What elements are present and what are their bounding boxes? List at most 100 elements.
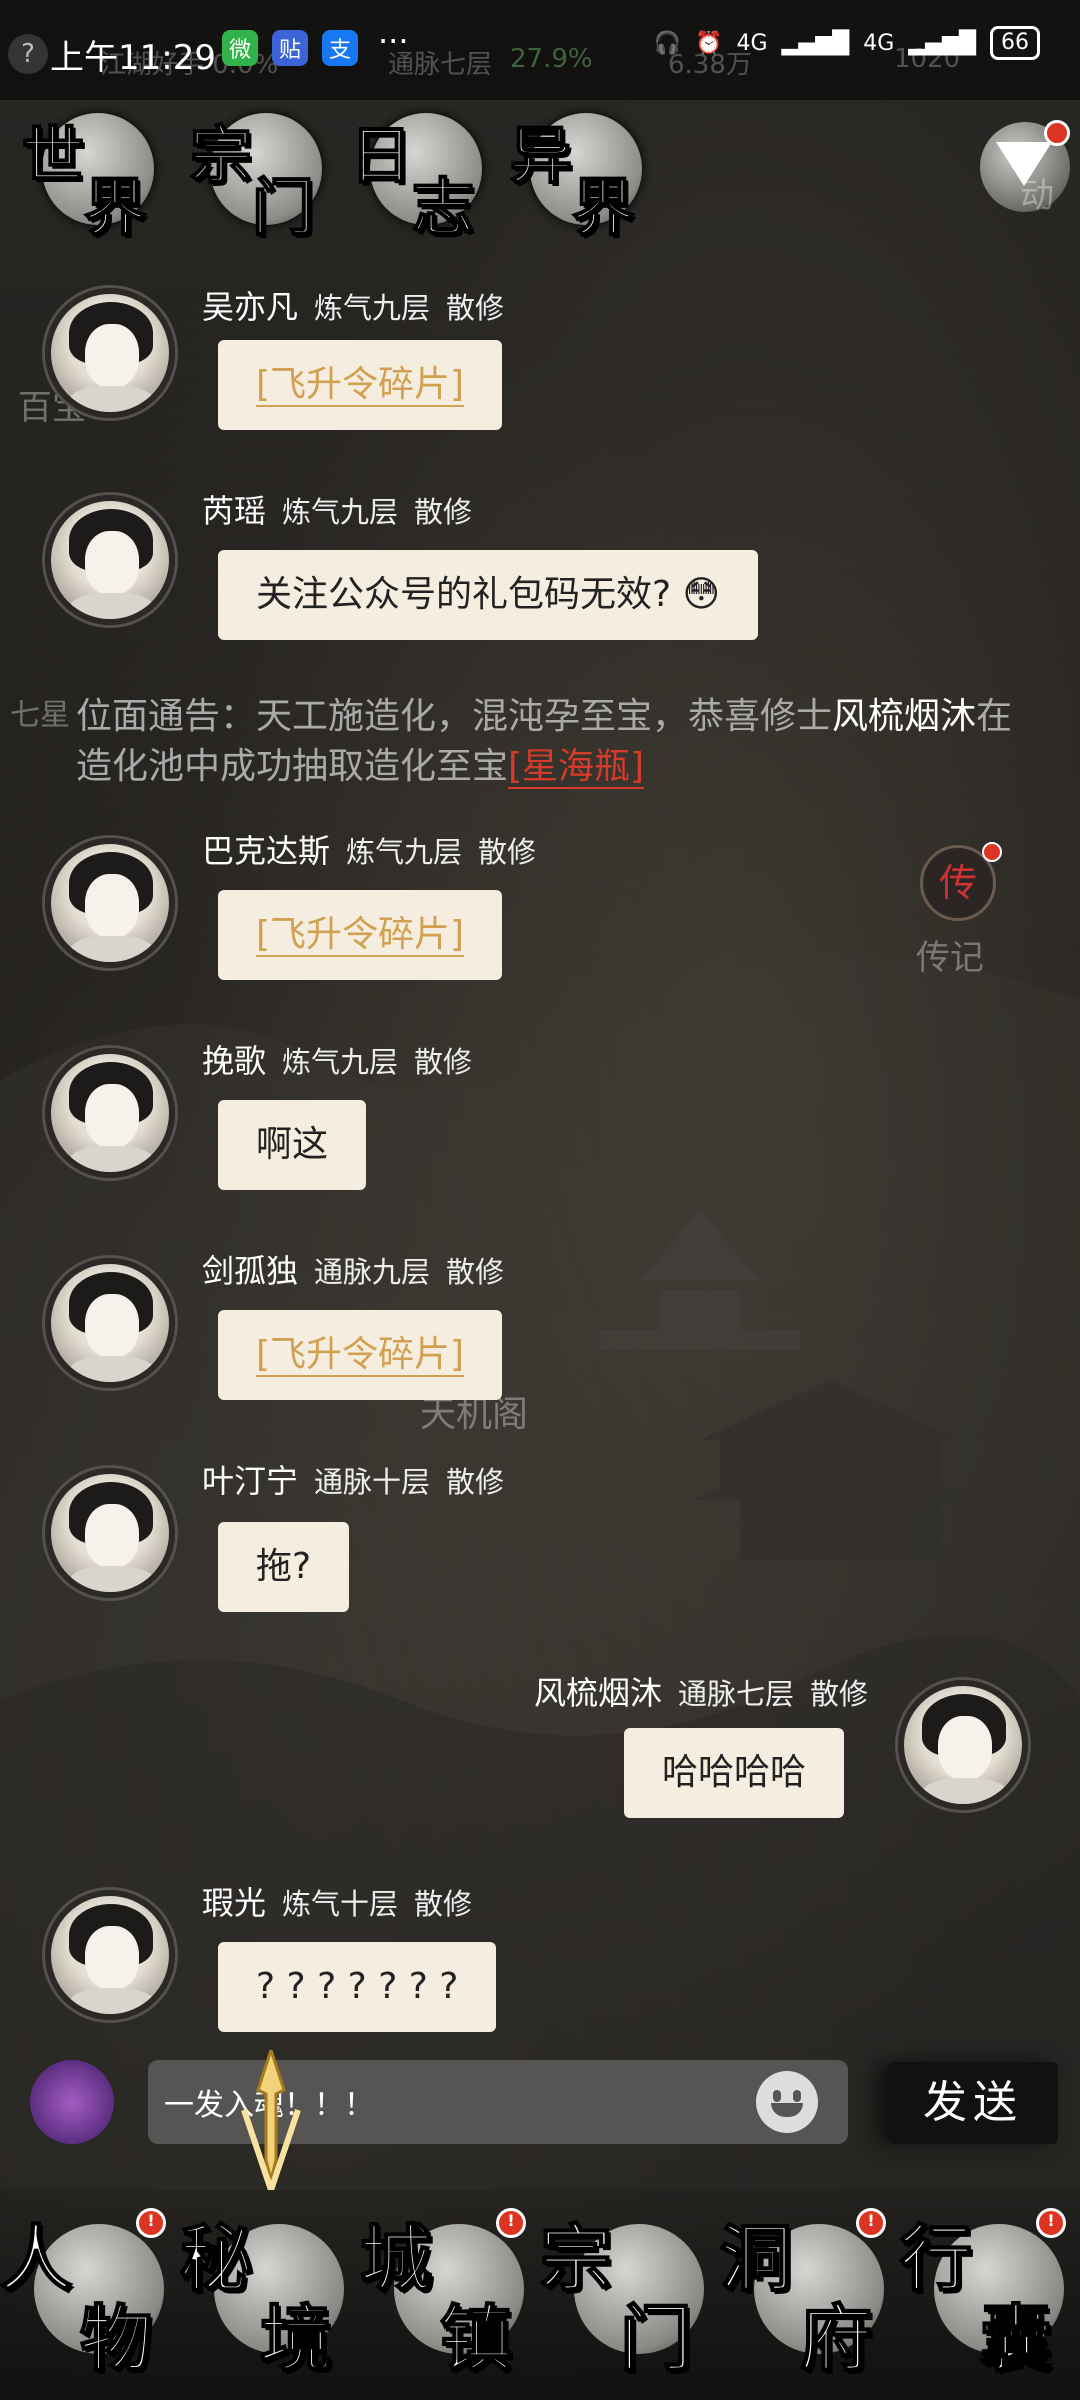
message-bubble[interactable]: ? ? ? ? ? ? ? <box>218 1942 497 2032</box>
more-notifications-icon: ··· <box>378 22 409 60</box>
sender-sect: 散修 <box>414 1887 473 1921</box>
avatar[interactable] <box>45 838 175 968</box>
biography-badge <box>982 842 1002 862</box>
sender-rank: 通脉十层 <box>314 1465 431 1499</box>
sender-info: 吴亦凡 炼气九层 散修 <box>202 282 504 328</box>
nav-char-1: 人 <box>0 2215 73 2302</box>
nav-bag[interactable]: 行 囊 ! <box>899 2200 1080 2390</box>
alarm-icon: ⏰ <box>695 30 723 56</box>
signal-1-label: 4G <box>736 30 768 56</box>
self-avatar[interactable] <box>898 1680 1028 1810</box>
sender-name: 瑕光 <box>202 1884 267 1922</box>
tab-char-1: 宗 <box>189 118 253 193</box>
notification-icons: 微 贴 支 <box>222 30 358 66</box>
sender-name: 风梳烟沐 <box>533 1674 662 1712</box>
avatar[interactable] <box>45 1468 175 1598</box>
message-bubble[interactable]: 关注公众号的礼包码无效? 😳 <box>218 550 759 640</box>
avatar[interactable] <box>45 1258 175 1388</box>
sender-sect: 散修 <box>478 835 537 869</box>
sender-sect: 散修 <box>414 1045 473 1079</box>
tab-char-1: 异 <box>509 118 573 193</box>
sender-rank: 炼气九层 <box>346 835 463 869</box>
sender-name: 芮瑶 <box>202 492 267 530</box>
sender-info: 巴克达斯 炼气九层 散修 <box>202 826 536 872</box>
item-link-bubble[interactable]: [飞升令碎片] <box>218 890 503 980</box>
nav-character[interactable]: 人 物 ! <box>0 2200 180 2390</box>
nav-char-2: 府 <box>799 2295 873 2382</box>
sender-name: 巴克达斯 <box>202 832 331 870</box>
nav-char-1: 行 <box>899 2215 973 2302</box>
avatar[interactable] <box>45 288 175 418</box>
dynamics-badge <box>1044 120 1070 146</box>
tab-world[interactable]: 世 界 <box>21 105 172 245</box>
avatar[interactable] <box>45 495 175 625</box>
sender-sect: 散修 <box>414 495 473 529</box>
nav-char-1: 城 <box>359 2215 433 2302</box>
nav-badge: ! <box>1036 2208 1066 2238</box>
clock: 上午11:29 <box>50 38 216 78</box>
sender-rank: 炼气十层 <box>282 1887 399 1921</box>
sender-sect: 散修 <box>446 291 505 325</box>
avatar[interactable] <box>45 1048 175 1178</box>
nav-char-2: 门 <box>619 2295 693 2382</box>
nav-char-2: 囊 <box>979 2295 1053 2382</box>
nav-char-1: 洞 <box>719 2215 793 2302</box>
nav-badge: ! <box>136 2208 166 2238</box>
notice-player[interactable]: 风梳烟沐 <box>832 696 976 737</box>
wechat-icon: 微 <box>222 30 258 66</box>
sender-info: 风梳烟沐 通脉七层 散修 <box>534 1668 868 1714</box>
headphones-icon: 🎧 <box>653 30 682 56</box>
tab-char-2: 界 <box>83 170 147 245</box>
nav-sect[interactable]: 宗 门 <box>539 2200 720 2390</box>
sender-name: 吴亦凡 <box>202 288 299 326</box>
message-bubble[interactable]: 啊这 <box>218 1100 367 1190</box>
sender-rank: 炼气九层 <box>282 1045 399 1079</box>
system-icons: 🎧 ⏰ 4G ▂▄▆█ 4G ▂▄▆█ 66 <box>654 26 1040 60</box>
item-link[interactable]: [飞升令碎片] <box>256 364 465 407</box>
sender-info: 挽歌 炼气九层 散修 <box>202 1036 472 1082</box>
sender-name: 叶汀宁 <box>202 1462 299 1500</box>
tab-sect[interactable]: 宗 门 <box>189 105 340 245</box>
sword-cursor-icon <box>241 2050 301 2190</box>
tab-char-2: 志 <box>411 170 475 245</box>
sender-rank: 炼气九层 <box>314 291 431 325</box>
emote-pack-button[interactable] <box>30 2060 114 2144</box>
tab-otherworld[interactable]: 异 界 <box>509 105 660 245</box>
item-link[interactable]: [飞升令碎片] <box>256 1334 465 1377</box>
battery-indicator: 66 <box>990 26 1040 60</box>
tab-log[interactable]: 日 志 <box>349 105 500 245</box>
alipay-icon: 支 <box>322 30 358 66</box>
item-link-bubble[interactable]: [飞升令碎片] <box>218 1310 503 1400</box>
sender-info: 剑孤独 通脉九层 散修 <box>202 1246 504 1292</box>
message-bubble[interactable]: 哈哈哈哈 <box>623 1728 844 1818</box>
tieba-icon: 贴 <box>272 30 308 66</box>
nav-town[interactable]: 城 镇 ! <box>359 2200 540 2390</box>
sender-sect: 散修 <box>446 1465 505 1499</box>
nav-cave[interactable]: 洞 府 ! <box>719 2200 900 2390</box>
sender-info: 叶汀宁 通脉十层 散修 <box>202 1456 504 1502</box>
tab-char-2: 界 <box>571 170 635 245</box>
item-link[interactable]: [飞升令碎片] <box>256 914 465 957</box>
status-bar: 江湖好手 0.0% 通脉七层 27.9% 6.38万 1020 ? 上午11:2… <box>0 0 1080 100</box>
sender-rank: 炼气九层 <box>282 495 399 529</box>
avatar[interactable] <box>45 1890 175 2020</box>
message-bubble[interactable]: 拖? <box>218 1522 350 1612</box>
nav-char-1: 秘 <box>179 2215 253 2302</box>
nav-secret-realm[interactable]: 秘 境 <box>179 2200 360 2390</box>
emoji-icon[interactable] <box>756 2071 818 2133</box>
notice-text: 位面通告：天工施造化，混沌孕至宝，恭喜修士 <box>76 696 833 737</box>
notice-prize-link[interactable]: [星海瓶] <box>508 746 645 789</box>
sender-sect: 散修 <box>809 1677 868 1711</box>
help-icon[interactable]: ? <box>8 34 48 74</box>
dynamics-label: 动 <box>1020 176 1054 216</box>
signal-2-label: 4G <box>863 30 895 56</box>
send-button[interactable]: 发送 <box>888 2062 1058 2144</box>
nav-char-2: 境 <box>259 2295 333 2382</box>
system-notice: 位面通告：天工施造化，混沌孕至宝，恭喜修士风梳烟沐在造化池中成功抽取造化至宝[星… <box>76 692 1026 792</box>
biography-label: 传记 <box>916 938 984 978</box>
nav-char-2: 物 <box>79 2295 153 2382</box>
nav-char-2: 镇 <box>439 2295 513 2382</box>
tab-char-2: 门 <box>251 170 315 245</box>
sender-info: 芮瑶 炼气九层 散修 <box>202 486 472 532</box>
item-link-bubble[interactable]: [飞升令碎片] <box>218 340 503 430</box>
